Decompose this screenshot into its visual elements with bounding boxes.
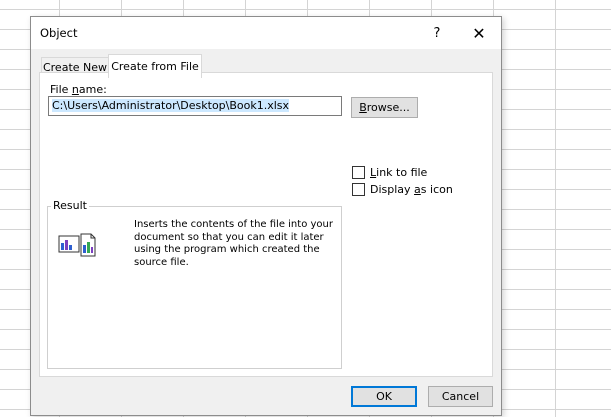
result-description: Inserts the contents of the file into yo… [134, 219, 333, 268]
dialog-titlebar: Object ? ✕ [31, 17, 501, 49]
file-name-value: C:\Users\Administrator\Desktop\Book1.xls… [52, 99, 290, 112]
file-name-label: File name: [50, 83, 107, 96]
dialog-title: Object [40, 26, 78, 40]
cancel-button[interactable]: Cancel [428, 386, 493, 407]
browse-button[interactable]: Browse... [351, 97, 418, 118]
result-label: Result [51, 199, 89, 212]
tab-create-from-file[interactable]: Create from File [108, 54, 202, 78]
link-to-file-option[interactable]: Link to file [352, 166, 427, 179]
file-name-input[interactable]: C:\Users\Administrator\Desktop\Book1.xls… [48, 96, 342, 116]
help-button[interactable]: ? [417, 17, 457, 49]
ok-button[interactable]: OK [351, 386, 417, 407]
result-group: Result Inserts the contents of the file … [47, 199, 342, 369]
tab-panel-create-from-file: File name: C:\Users\Administrator\Deskto… [39, 72, 493, 377]
object-dialog: Object ? ✕ Create New Create from File F… [30, 16, 502, 416]
close-button[interactable]: ✕ [459, 17, 499, 49]
display-as-icon-label: Display as icon [370, 183, 453, 196]
embedded-document-icon [58, 233, 96, 257]
link-to-file-label: Link to file [370, 166, 428, 179]
link-to-file-checkbox[interactable] [352, 166, 365, 179]
display-as-icon-checkbox[interactable] [352, 183, 365, 196]
display-as-icon-option[interactable]: Display as icon [352, 183, 453, 196]
